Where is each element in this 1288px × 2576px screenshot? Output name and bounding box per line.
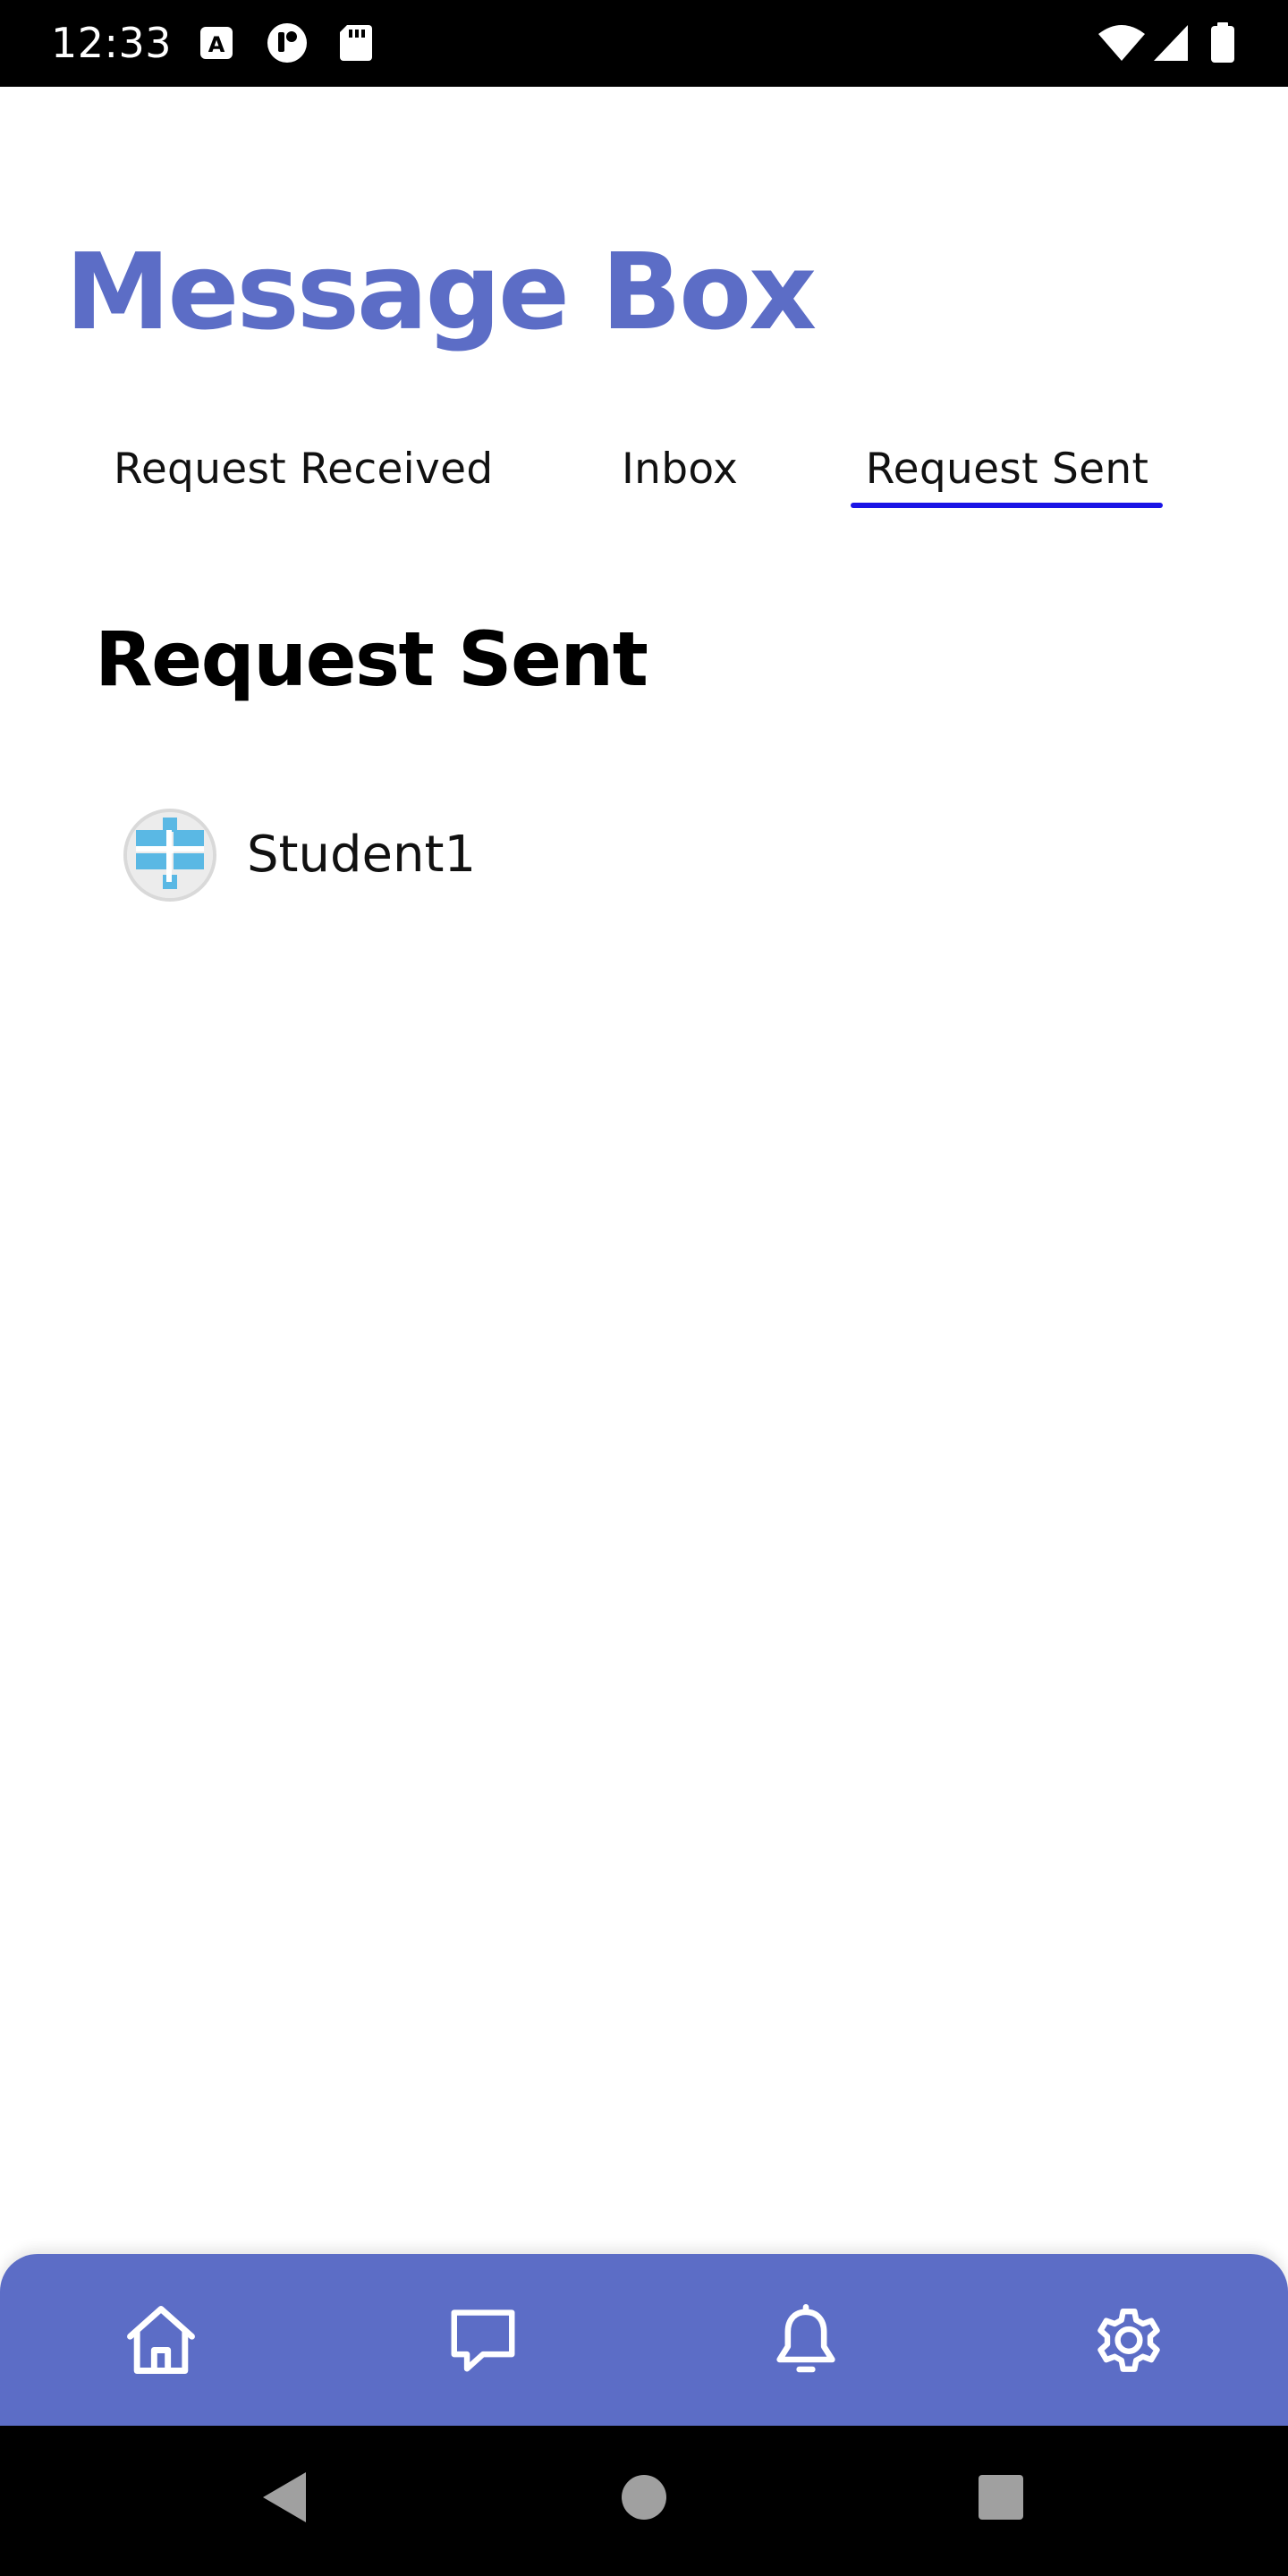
bottom-navigation: [0, 2254, 1288, 2426]
recents-icon[interactable]: [977, 2469, 1025, 2530]
request-name: Student1: [247, 826, 477, 884]
gear-icon: [1097, 2308, 1160, 2372]
tab-request-received[interactable]: Request Received: [114, 438, 494, 501]
active-tab-indicator: [851, 503, 1163, 508]
avatar: [123, 809, 216, 902]
nav-messages-button[interactable]: [438, 2295, 528, 2385]
section-title: Request Sent: [95, 615, 648, 703]
signal-icon: [1152, 21, 1191, 64]
chat-icon: [451, 2309, 515, 2372]
page-title: Message Box: [65, 230, 817, 353]
font-a-icon: A: [199, 21, 234, 64]
status-time: 12:33: [51, 19, 173, 67]
system-navigation-bar: [0, 2426, 1288, 2576]
nav-notifications-button[interactable]: [761, 2295, 851, 2385]
home-icon: [127, 2306, 195, 2374]
avatar-image: [127, 812, 213, 898]
nav-settings-button[interactable]: [1084, 2295, 1174, 2385]
wifi-icon: [1097, 21, 1147, 64]
home-circle-icon[interactable]: [621, 2469, 667, 2530]
back-icon[interactable]: [259, 2469, 311, 2530]
svg-text:A: A: [208, 32, 225, 57]
sd-card-icon: [338, 21, 374, 64]
bell-icon: [776, 2304, 835, 2373]
nav-home-button[interactable]: [116, 2295, 206, 2385]
status-bar: 12:33 A: [0, 0, 1288, 87]
tab-inbox[interactable]: Inbox: [622, 438, 738, 501]
battery-icon: [1209, 21, 1236, 64]
tab-request-sent[interactable]: Request Sent: [852, 438, 1163, 501]
circle-app-icon: [265, 21, 309, 64]
list-item[interactable]: Student1: [123, 805, 1161, 907]
